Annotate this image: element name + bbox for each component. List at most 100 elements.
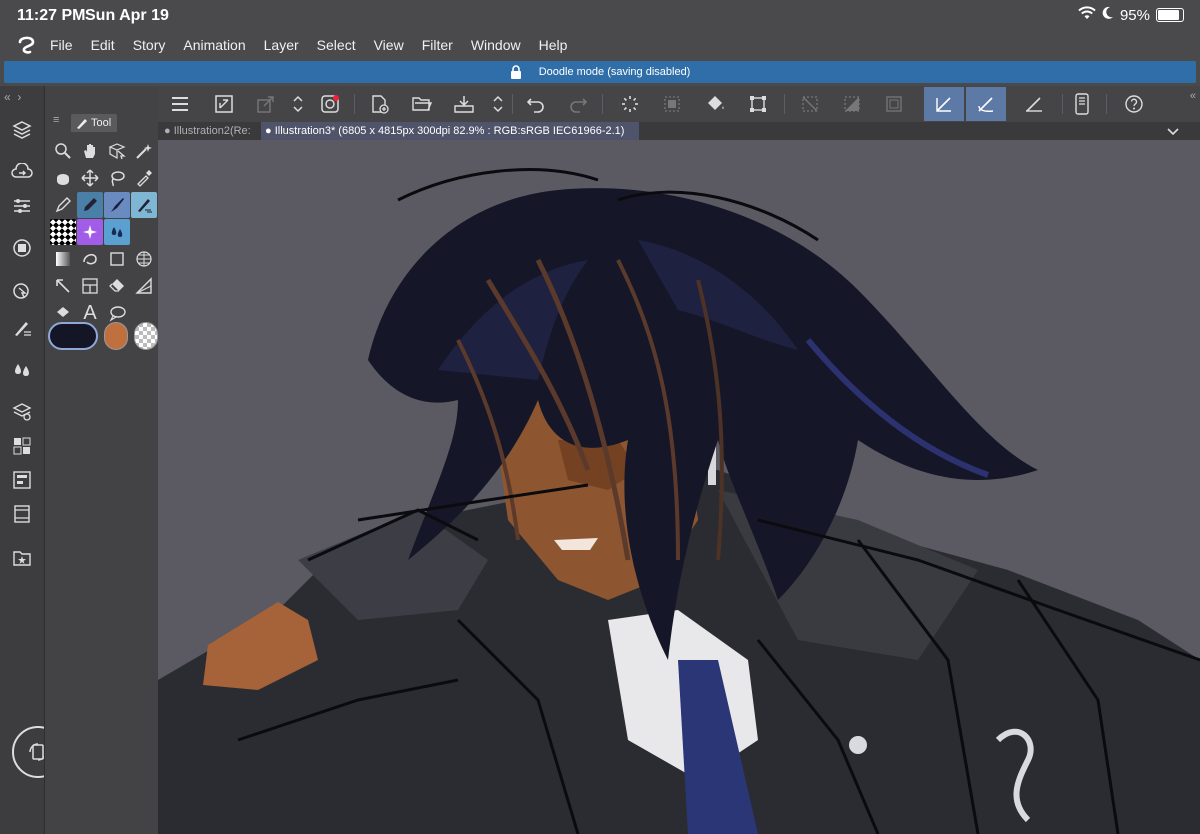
blend-tool-icon[interactable]	[104, 219, 130, 245]
document-tab-illustration3[interactable]: ● Illustration3* (6805 x 4815px 300dpi 8…	[261, 122, 639, 140]
material-folder-icon[interactable]	[10, 546, 34, 570]
tool-tab[interactable]: Tool	[71, 114, 118, 132]
menu-window[interactable]: Window	[471, 37, 521, 53]
illustration-artwork	[158, 140, 1200, 834]
layer-property-icon[interactable]	[10, 400, 34, 424]
menu-bar: File Edit Story Animation Layer Select V…	[0, 32, 1200, 60]
airbrush-tool-icon[interactable]	[131, 192, 157, 218]
status-date: Sun Apr 19	[85, 7, 169, 24]
status-right: 95%	[1078, 6, 1184, 24]
perspective-tool-icon[interactable]	[131, 273, 157, 299]
gradient-tool-icon[interactable]	[50, 246, 76, 272]
menu-file[interactable]: File	[50, 37, 73, 53]
tab-label: Illustration2(Re:	[173, 125, 251, 137]
lock-icon	[510, 65, 539, 80]
brush-settings-icon[interactable]	[10, 316, 34, 340]
clear-layer-icon	[658, 90, 686, 118]
transform-icon[interactable]	[744, 90, 772, 118]
menu-view[interactable]: View	[374, 37, 404, 53]
open-folder-icon[interactable]	[408, 90, 436, 118]
app-logo-icon[interactable]	[16, 35, 38, 60]
moon-icon	[1102, 6, 1114, 24]
resize-icon[interactable]	[210, 90, 238, 118]
collapse-panel-icon[interactable]: « ›	[4, 90, 21, 104]
redo-icon	[564, 90, 592, 118]
deselect-icon	[796, 90, 824, 118]
invert-selection-icon	[838, 90, 866, 118]
panel-menu-icon[interactable]: ≡	[53, 114, 59, 126]
tool-grid: A	[50, 138, 157, 326]
transparent-color-swatch[interactable]	[134, 322, 158, 350]
layers-icon[interactable]	[10, 118, 34, 142]
undo-icon[interactable]	[522, 90, 550, 118]
line-tool-icon[interactable]	[50, 273, 76, 299]
magic-wand-tool-icon[interactable]	[131, 138, 157, 164]
battery-percent: 95%	[1119, 6, 1150, 24]
document-tabs: ● Illustration2(Re: ● Illustration3* (68…	[158, 122, 1200, 140]
menu-animation[interactable]: Animation	[183, 37, 245, 53]
snap-curve-icon[interactable]	[966, 87, 1006, 121]
companion-mode-icon[interactable]	[316, 90, 344, 118]
lasso-tool-icon[interactable]	[104, 165, 130, 191]
loading-spinner-icon[interactable]	[616, 90, 644, 118]
tool-panel: ≡ Tool A	[44, 86, 159, 834]
ruler-curve-tool-icon[interactable]	[77, 246, 103, 272]
new-file-icon[interactable]	[366, 90, 394, 118]
menu-layer[interactable]: Layer	[264, 37, 299, 53]
water-drops-icon[interactable]	[10, 358, 34, 382]
color-swatches	[48, 322, 158, 350]
sliders-icon[interactable]	[10, 194, 34, 218]
texture-tool-icon[interactable]	[50, 219, 76, 245]
separator	[1106, 94, 1107, 114]
zoom-tool-icon[interactable]	[50, 138, 76, 164]
grid-tool-icon[interactable]	[131, 246, 157, 272]
menu-edit[interactable]: Edit	[91, 37, 115, 53]
command-bar: «	[158, 86, 1200, 122]
snap-grid-icon[interactable]	[1020, 90, 1048, 118]
separator	[354, 94, 355, 114]
selection-frame-icon	[880, 90, 908, 118]
separator	[602, 94, 603, 114]
eyedropper-tool-icon[interactable]	[131, 165, 157, 191]
eraser-shape-tool-icon[interactable]	[50, 165, 76, 191]
menu-story[interactable]: Story	[133, 37, 166, 53]
color-set-icon[interactable]	[10, 434, 34, 458]
pencil-tool-icon[interactable]	[77, 192, 103, 218]
navigator-icon[interactable]	[10, 236, 34, 260]
rectangle-tool-icon[interactable]	[104, 246, 130, 272]
hamburger-menu-icon[interactable]	[166, 90, 194, 118]
wifi-icon	[1078, 6, 1096, 24]
pen-tool-icon[interactable]	[50, 192, 76, 218]
menu-filter[interactable]: Filter	[422, 37, 453, 53]
sub-color-swatch[interactable]	[104, 322, 128, 350]
updown-arrow-icon-2[interactable]	[484, 90, 512, 118]
fill-bucket-icon[interactable]	[702, 90, 730, 118]
sub-view-icon[interactable]	[10, 280, 34, 304]
document-tab-illustration2[interactable]: ● Illustration2(Re:	[164, 122, 260, 140]
doodle-mode-banner: Doodle mode (saving disabled)	[4, 61, 1196, 83]
object-tool-icon[interactable]	[104, 138, 130, 164]
eraser-tool-icon[interactable]	[104, 273, 130, 299]
menu-select[interactable]: Select	[317, 37, 356, 53]
updown-arrow-icon[interactable]	[284, 90, 312, 118]
frame-tool-icon[interactable]	[77, 273, 103, 299]
help-icon[interactable]	[1120, 90, 1148, 118]
collapse-right-icon[interactable]: «	[1190, 90, 1196, 102]
cloud-sync-icon[interactable]	[10, 160, 34, 184]
main-color-swatch[interactable]	[48, 322, 98, 350]
smartphone-icon[interactable]	[1068, 90, 1096, 118]
snap-ruler-icon[interactable]	[924, 87, 964, 121]
menu-help[interactable]: Help	[539, 37, 568, 53]
drawing-canvas[interactable]	[158, 140, 1200, 834]
decoration-tool-icon[interactable]	[77, 219, 103, 245]
timeline-icon[interactable]	[10, 502, 34, 526]
export-disabled-icon	[252, 90, 280, 118]
separator	[784, 94, 785, 114]
brush-tool-icon[interactable]	[104, 192, 130, 218]
history-panel-icon[interactable]	[10, 468, 34, 492]
menu-list: File Edit Story Animation Layer Select V…	[50, 37, 585, 53]
move-tool-icon[interactable]	[77, 165, 103, 191]
save-icon[interactable]	[450, 90, 478, 118]
tool-panel-header: ≡ Tool	[45, 86, 159, 132]
hand-tool-icon[interactable]	[77, 138, 103, 164]
